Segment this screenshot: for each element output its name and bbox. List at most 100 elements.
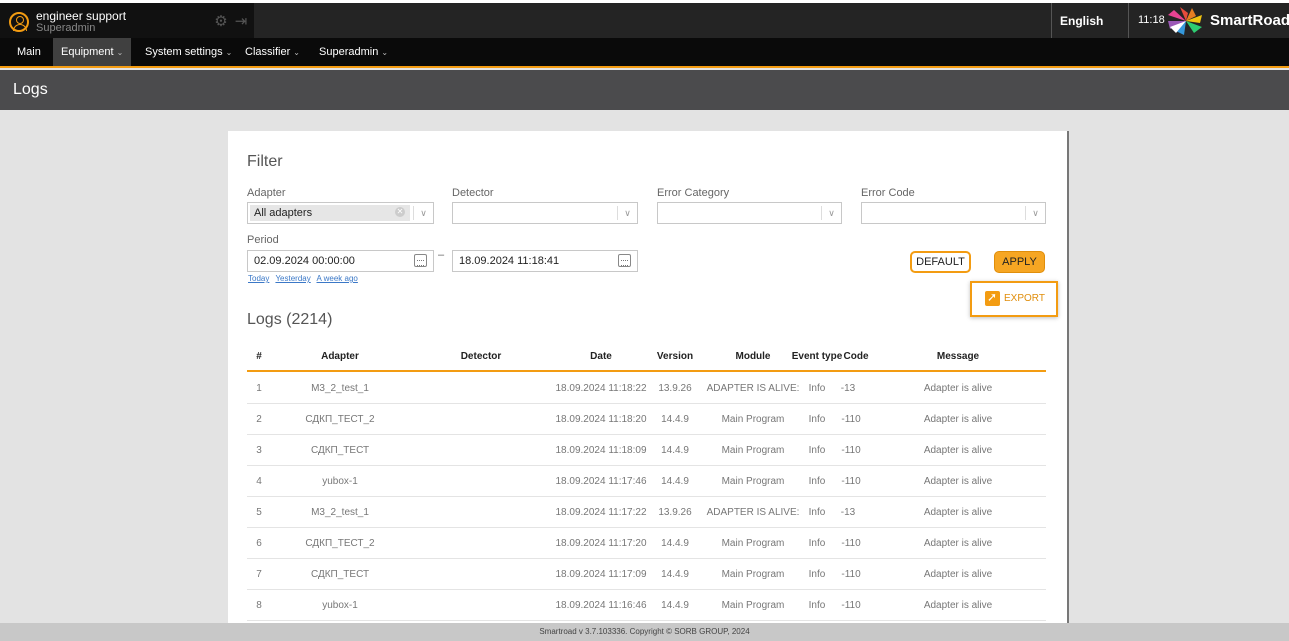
row-date: 18.09.2024 11:17:20 (555, 538, 647, 549)
date-to-input[interactable]: 18.09.2024 11:18:41 (452, 250, 638, 272)
chevron-down-icon: ∨ (1025, 206, 1045, 220)
logout-icon[interactable]: ⇥ (233, 14, 249, 30)
row-number: 6 (256, 538, 262, 549)
row-number: 7 (256, 569, 262, 580)
export-label: EXPORT (1004, 293, 1045, 304)
user-name: engineer support (36, 9, 127, 23)
period-label: Period (247, 234, 279, 246)
error-category-label: Error Category (657, 187, 730, 199)
row-event-type: Info (808, 476, 826, 487)
logs-heading: Logs (2214) (247, 311, 333, 328)
row-version: 14.4.9 (661, 600, 689, 611)
table-row[interactable]: 7 СДКП_ТЕСТ 18.09.2024 11:17:09 14.4.9 M… (247, 559, 1046, 590)
page-title-bar: Logs (0, 70, 1289, 110)
row-version: 14.4.9 (661, 538, 689, 549)
chevron-down-icon: ∨ (617, 206, 637, 220)
row-message: Adapter is alive (923, 476, 993, 487)
chevron-down-icon: ⌄ (381, 48, 389, 57)
column-header[interactable]: Date (590, 351, 612, 362)
row-number: 8 (256, 600, 262, 611)
row-event-type: Info (808, 538, 826, 549)
quick-yesterday-link[interactable]: Yesterday (275, 274, 310, 283)
row-number: 5 (256, 507, 262, 518)
date-to-value: 18.09.2024 11:18:41 (459, 255, 560, 267)
error-category-select[interactable]: ∨ (657, 202, 842, 224)
nav-equipment[interactable]: Equipment ⌄ (53, 38, 132, 66)
row-version: 14.4.9 (661, 414, 689, 425)
table-row[interactable]: 3 СДКП_ТЕСТ 18.09.2024 11:18:09 14.4.9 M… (247, 435, 1046, 466)
column-header[interactable]: Version (657, 351, 693, 362)
row-event-type: Info (808, 445, 826, 456)
column-header[interactable]: Message (937, 351, 979, 362)
clock: 11:18 (1138, 14, 1165, 26)
row-adapter: СДКП_ТЕСТ_2 (305, 538, 375, 549)
divider (1051, 3, 1052, 38)
row-date: 18.09.2024 11:16:46 (555, 600, 647, 611)
adapter-select[interactable]: All adapters ✕ ∨ (247, 202, 434, 224)
table-row[interactable]: 2 СДКП_ТЕСТ_2 18.09.2024 11:18:20 14.4.9… (247, 404, 1046, 435)
nav-superadmin[interactable]: Superadmin ⌄ (311, 38, 396, 66)
table-row[interactable]: 5 M3_2_test_1 18.09.2024 11:17:22 13.9.2… (247, 497, 1046, 528)
row-adapter: M3_2_test_1 (311, 383, 369, 394)
quick-today-link[interactable]: Today (248, 274, 269, 283)
row-message: Adapter is alive (923, 383, 993, 394)
quick-week-link[interactable]: A week ago (317, 274, 358, 283)
row-adapter: M3_2_test_1 (311, 507, 369, 518)
calendar-icon[interactable] (414, 254, 427, 267)
error-code-select[interactable]: ∨ (861, 202, 1046, 224)
row-event-type: Info (808, 414, 826, 425)
row-date: 18.09.2024 11:17:09 (555, 569, 647, 580)
column-header[interactable]: # (256, 351, 262, 362)
row-code: -110 (841, 414, 861, 425)
settings-gear-icon[interactable]: ⚙ (213, 14, 229, 30)
table-row[interactable]: 4 yubox-1 18.09.2024 11:17:46 14.4.9 Mai… (247, 466, 1046, 497)
row-number: 1 (256, 383, 262, 394)
row-message: Adapter is alive (923, 445, 993, 456)
column-header[interactable]: Adapter (321, 351, 359, 362)
default-button[interactable]: DEFAULT (910, 251, 971, 273)
table-header: # Adapter Detector Date Version Module E… (247, 342, 1046, 372)
nav-superadmin-label: Superadmin (319, 46, 379, 58)
smartroad-logo-icon (1168, 7, 1202, 35)
brand-name: SmartRoad (1210, 12, 1289, 29)
row-code: -13 (840, 383, 856, 394)
row-message: Adapter is alive (923, 507, 993, 518)
nav-classifier-label: Classifier (245, 46, 291, 58)
export-button[interactable]: EXPORT (970, 281, 1058, 317)
user-avatar-icon[interactable] (9, 12, 29, 32)
column-header[interactable]: Detector (461, 351, 502, 362)
row-message: Adapter is alive (923, 569, 993, 580)
logs-card: Filter Adapter All adapters ✕ ∨ Detector… (228, 131, 1069, 623)
row-module: Main Program (721, 569, 785, 580)
nav-equipment-label: Equipment (61, 46, 114, 58)
row-message: Adapter is alive (923, 414, 993, 425)
column-header[interactable]: Event type (792, 351, 843, 362)
filter-heading: Filter (247, 153, 283, 170)
adapter-chip: All adapters (250, 205, 410, 221)
row-adapter: yubox-1 (322, 476, 358, 487)
apply-button[interactable]: APPLY (994, 251, 1045, 273)
page-title: Logs (13, 81, 48, 98)
table-row[interactable]: 1 M3_2_test_1 18.09.2024 11:18:22 13.9.2… (247, 373, 1046, 404)
column-header[interactable]: Code (844, 351, 869, 362)
language-selector[interactable]: English (1060, 14, 1103, 28)
date-from-value: 02.09.2024 00:00:00 (254, 255, 355, 267)
row-version: 13.9.26 (658, 383, 692, 394)
row-date: 18.09.2024 11:18:09 (555, 445, 647, 456)
row-message: Adapter is alive (923, 538, 993, 549)
table-row[interactable]: 6 СДКП_ТЕСТ_2 18.09.2024 11:17:20 14.4.9… (247, 528, 1046, 559)
row-adapter: СДКП_ТЕСТ (310, 445, 370, 456)
row-version: 14.4.9 (661, 445, 689, 456)
row-module: Main Program (721, 445, 785, 456)
calendar-icon[interactable] (618, 254, 631, 267)
nav-system-settings[interactable]: System settings ⌄ (137, 38, 240, 66)
column-header[interactable]: Module (736, 351, 771, 362)
nav-main[interactable]: Main (9, 38, 49, 66)
clear-icon[interactable]: ✕ (395, 207, 405, 217)
detector-select[interactable]: ∨ (452, 202, 638, 224)
date-from-input[interactable]: 02.09.2024 00:00:00 (247, 250, 434, 272)
row-module: Main Program (721, 538, 785, 549)
nav-classifier[interactable]: Classifier ⌄ (237, 38, 308, 66)
row-event-type: Info (808, 507, 826, 518)
table-row[interactable]: 8 yubox-1 18.09.2024 11:16:46 14.4.9 Mai… (247, 590, 1046, 621)
